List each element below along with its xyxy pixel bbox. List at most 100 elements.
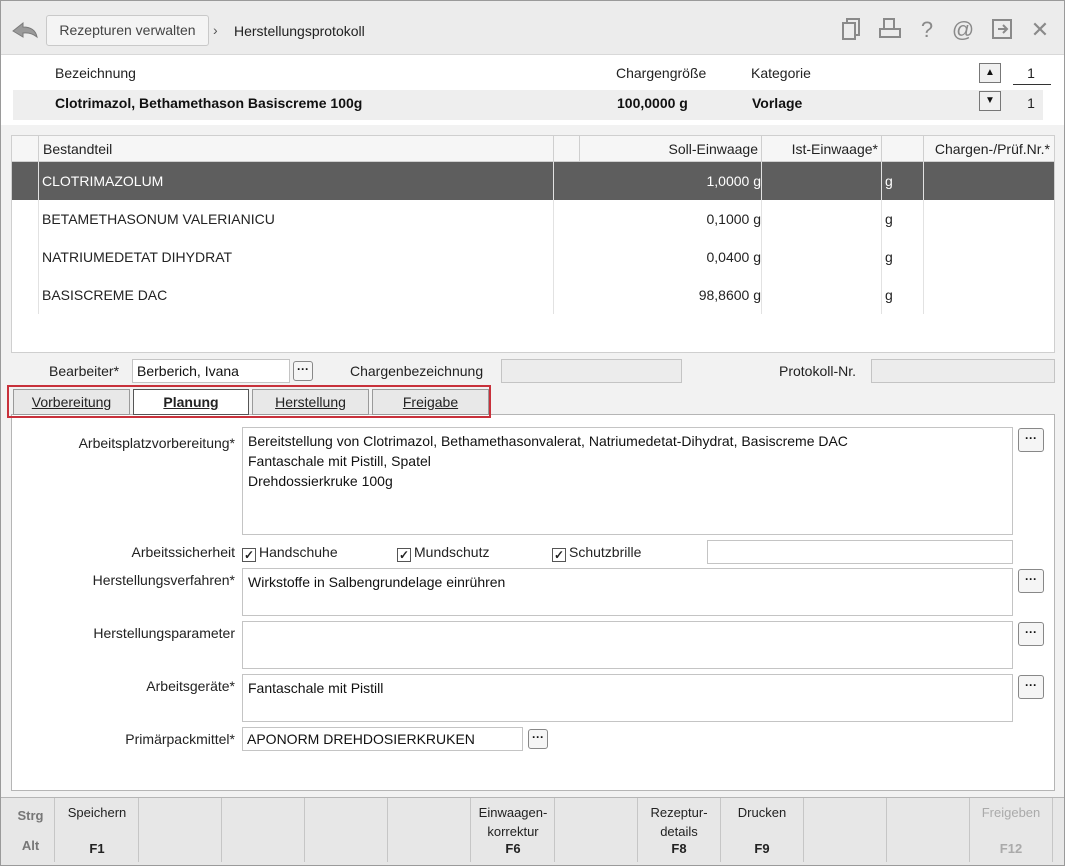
copy-icon[interactable] [839,17,865,43]
table-row[interactable]: BASISCREME DAC 98,8600 g g [12,276,1054,314]
herstellungsparameter-more-button[interactable]: ··· [1018,622,1044,646]
arbeitsplatz-textarea[interactable]: Bereitstellung von Clotrimazol, Bethamet… [242,427,1013,535]
fkey-label: Speichern [67,805,127,820]
cell-bestandteil: BASISCREME DAC [42,287,168,303]
herstellungsparameter-textarea[interactable] [242,621,1013,669]
recipe-header: Bezeichnung Chargengröße Kategorie Clotr… [1,55,1064,125]
pager-up-button[interactable]: ▲ [979,63,1001,83]
herstellungsverfahren-more-button[interactable]: ··· [1018,569,1044,593]
fkey-code: F8 [671,841,687,856]
pager-down-button[interactable]: ▼ [979,91,1001,111]
fkey-empty-3-button[interactable] [305,798,388,862]
at-icon[interactable]: @ [950,17,976,43]
herstellungsverfahren-textarea[interactable]: Wirkstoffe in Salbengrundelage einrühren [242,568,1013,616]
th-ist-einwaage[interactable]: Ist-Einwaage* [761,136,882,162]
fkey-code: F1 [89,841,105,856]
mundschutz-checkbox[interactable]: ✓ Mundschutz [397,544,489,562]
fkey-f1-button[interactable]: Speichern F1 [56,798,139,862]
checkmark-icon: ✓ [397,548,411,562]
primaerpackmittel-field[interactable]: APONORM DREHDOSIERKRUKEN [242,727,523,751]
col-category-label: Kategorie [751,65,811,81]
cell-soll-einwaage: 0,1000 g [706,211,762,227]
arbeitssicherheit-label: Arbeitssicherheit [131,544,236,560]
fkey-empty-4-button[interactable] [388,798,471,862]
fkey-f8-button[interactable]: Rezeptur- details F8 [638,798,721,862]
th-blank-2[interactable] [881,136,924,162]
modifier-alt[interactable]: Alt [7,838,54,853]
cell-bestandteil: NATRIUMEDETAT DIHYDRAT [42,249,233,265]
tab-vorbereitung[interactable]: Vorbereitung [13,389,130,415]
schutzbrille-checkbox[interactable]: ✓ Schutzbrille [552,544,641,562]
close-icon[interactable]: ✕ [1027,17,1053,43]
cell-soll-einwaage: 98,8600 g [698,287,761,303]
primaerpackmittel-lookup-button[interactable]: ··· [528,729,548,749]
window: Rezepturen verwalten › Herstellungsproto… [0,0,1065,866]
handschuhe-checkbox[interactable]: ✓ Handschuhe [242,544,338,562]
arbeitsgeraete-more-button[interactable]: ··· [1018,675,1044,699]
bearbeiter-lookup-button[interactable]: ··· [293,361,313,381]
th-chargen-nr[interactable]: Chargen-/Prüf.Nr.* [923,136,1054,162]
page-title: Herstellungsprotokoll [234,23,365,39]
fkey-empty-2-button[interactable] [222,798,305,862]
col-batch-size-label: Chargengröße [616,65,707,81]
cell-unit: g [885,211,893,227]
protokoll-nr-label: Protokoll-Nr. [779,363,857,379]
fkey-empty-9-button[interactable] [804,798,887,862]
pager-current: 1 [1027,65,1035,81]
fkey-f6-button[interactable]: Einwaagen- korrektur F6 [472,798,555,862]
chargenbezeichnung-label: Chargenbezeichnung [350,363,484,379]
fkey-empty-1-button[interactable] [139,798,222,862]
arbeitsgeraete-textarea[interactable]: Fantaschale mit Pistill [242,674,1013,722]
fkey-code: F12 [999,841,1023,856]
back-arrow-icon[interactable] [9,15,41,47]
tab-freigabe[interactable]: Freigabe [372,389,489,415]
cell-unit: g [885,173,893,189]
cell-bestandteil: CLOTRIMAZOLUM [42,173,164,189]
recipe-batch-size: 100,0000 g [617,95,688,111]
cell-soll-einwaage: 1,0000 g [706,173,762,189]
bearbeiter-field[interactable]: Berberich, Ivana [132,359,290,383]
fkey-label: Drucken [737,805,787,820]
th-blank-1[interactable] [553,136,580,162]
fkey-f12-button[interactable]: Freigeben F12 [970,798,1053,862]
fkey-label: Rezeptur- details [650,805,708,839]
modifier-strg[interactable]: Strg [7,808,54,823]
fkey-empty-6-button[interactable] [555,798,638,862]
tab-planung[interactable]: Planung [133,389,249,415]
ingredients-table: Bestandteil Soll-Einwaage Ist-Einwaage* … [11,135,1055,353]
herstellungsverfahren-label: Herstellungsverfahren* [92,572,235,588]
title-bar: Rezepturen verwalten › Herstellungsproto… [1,1,1064,55]
cell-soll-einwaage: 0,0400 g [706,249,762,265]
arbeitssicherheit-extra-field[interactable] [707,540,1013,564]
col-name-label: Bezeichnung [55,65,136,81]
fkey-code: F9 [754,841,770,856]
chargenbezeichnung-field[interactable] [501,359,682,383]
print-icon[interactable] [877,17,903,43]
cell-unit: g [885,287,893,303]
tab-herstellung[interactable]: Herstellung [252,389,369,415]
table-row[interactable]: NATRIUMEDETAT DIHYDRAT 0,0400 g g [12,238,1054,276]
cell-unit: g [885,249,893,265]
table-row[interactable]: CLOTRIMAZOLUM 1,0000 g g [12,162,1054,200]
protokoll-nr-field[interactable] [871,359,1055,383]
checkmark-icon: ✓ [552,548,566,562]
exit-icon[interactable] [989,17,1015,43]
th-soll-einwaage[interactable]: Soll-Einwaage [579,136,762,162]
pager-divider [1013,84,1051,85]
col-divider [923,162,924,314]
fkey-f9-button[interactable]: Drucken F9 [721,798,804,862]
table-header: Bestandteil Soll-Einwaage Ist-Einwaage* … [12,136,1054,162]
checkmark-icon: ✓ [242,548,256,562]
col-divider [761,162,762,314]
col-divider [881,162,882,314]
herstellungsparameter-label: Herstellungsparameter [93,625,235,641]
help-icon[interactable]: ? [914,17,940,43]
arbeitsplatz-label: Arbeitsplatzvorbereitung* [78,435,235,451]
table-row[interactable]: BETAMETHASONUM VALERIANICU 0,1000 g g [12,200,1054,238]
recipe-name: Clotrimazol, Bethamethason Basiscreme 10… [55,95,363,111]
arbeitsplatz-more-button[interactable]: ··· [1018,428,1044,452]
pager-total: 1 [1027,95,1035,111]
fkey-empty-10-button[interactable] [887,798,970,862]
breadcrumb-rezepturen-button[interactable]: Rezepturen verwalten [46,15,209,46]
th-bestandteil[interactable]: Bestandteil [38,136,554,162]
